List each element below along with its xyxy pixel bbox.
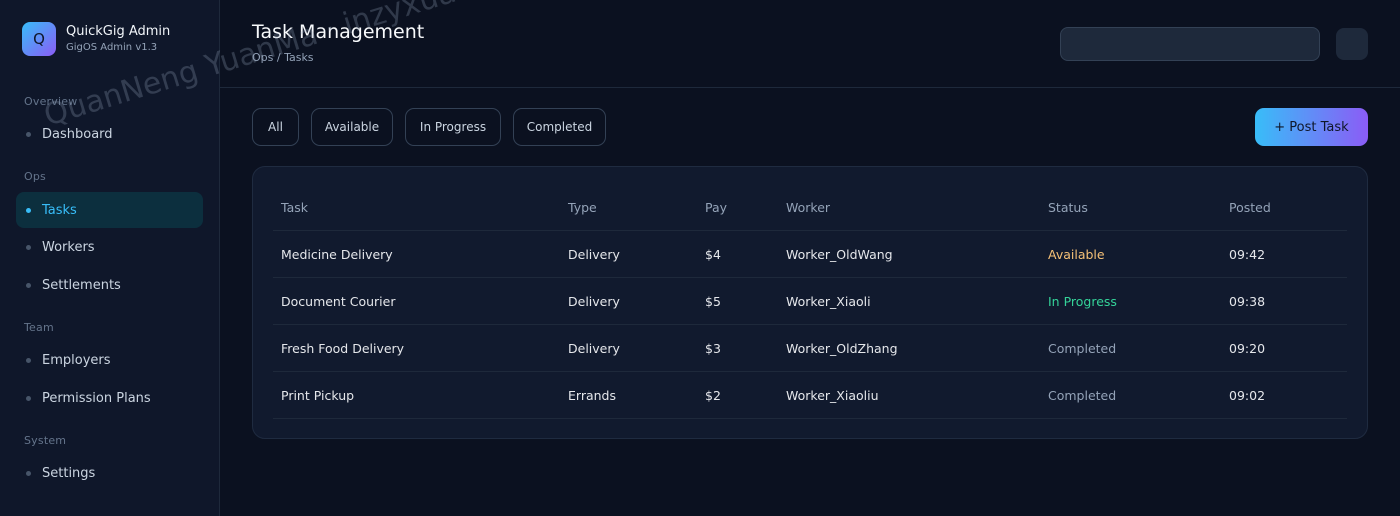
section-label-team: Team [24, 321, 54, 334]
type-cell: Delivery [568, 341, 620, 356]
sidebar-item-label: Permission Plans [42, 390, 151, 406]
bullet-icon [26, 131, 31, 137]
task-cell: Document Courier [281, 294, 396, 309]
worker-cell: Worker_Xiaoli [786, 294, 871, 309]
filter-completed-button[interactable]: Completed [513, 108, 606, 146]
column-header-type[interactable]: Type [568, 184, 597, 231]
column-header-status[interactable]: Status [1048, 184, 1088, 231]
brand-text: QuickGig Admin GigOS Admin v1.3 [66, 23, 170, 55]
status-badge: In Progress [1048, 294, 1117, 309]
brand-version: GigOS Admin v1.3 [66, 42, 158, 53]
bullet-icon [26, 207, 31, 213]
type-cell: Delivery [568, 294, 620, 309]
sidebar-item-label: Dashboard [42, 126, 113, 142]
section-label-system: System [24, 434, 67, 447]
bullet-icon [26, 357, 31, 363]
bullet-icon [26, 470, 31, 476]
task-cell: Fresh Food Delivery [281, 341, 405, 356]
posted-cell: 09:20 [1229, 341, 1266, 356]
section-label-overview: Overview [24, 95, 78, 108]
posted-cell: 09:02 [1229, 388, 1266, 403]
type-cell: Delivery [568, 247, 620, 262]
bullet-icon [26, 395, 31, 401]
column-header-task[interactable]: Task [281, 184, 308, 231]
sidebar-item-label: Settings [42, 465, 96, 481]
sidebar-item-label: Tasks [42, 202, 77, 218]
pay-cell: $4 [705, 247, 721, 262]
table-row[interactable]: Medicine Delivery Delivery $4 Worker_Old… [273, 231, 1347, 278]
worker-cell: Worker_Xiaoliu [786, 388, 879, 403]
column-header-pay[interactable]: Pay [705, 184, 727, 231]
sidebar-item-employers[interactable]: Employers [16, 342, 203, 378]
sidebar-item-tasks[interactable]: Tasks [16, 192, 203, 228]
brand[interactable]: Q QuickGig Admin GigOS Admin v1.3 [22, 22, 170, 56]
filter-available-button[interactable]: Available [311, 108, 393, 146]
worker-cell: Worker_OldZhang [786, 341, 898, 356]
sidebar-item-dashboard[interactable]: Dashboard [16, 116, 203, 152]
status-badge: Completed [1048, 388, 1117, 403]
sidebar-item-settlements[interactable]: Settlements [16, 267, 203, 303]
bullet-icon [26, 282, 31, 288]
table-row[interactable]: Fresh Food Delivery Delivery $3 Worker_O… [273, 325, 1347, 372]
status-badge: Available [1048, 247, 1105, 262]
pay-cell: $3 [705, 341, 721, 356]
table-row[interactable]: Document Courier Delivery $5 Worker_Xiao… [273, 278, 1347, 325]
page-title: Task Management [252, 21, 425, 43]
worker-cell: Worker_OldWang [786, 247, 893, 262]
status-badge: Completed [1048, 341, 1117, 356]
pay-cell: $5 [705, 294, 721, 309]
sidebar-item-label: Settlements [42, 277, 121, 293]
sidebar-item-settings[interactable]: Settings [16, 455, 203, 491]
table-row[interactable]: Print Pickup Errands $2 Worker_Xiaoliu C… [273, 372, 1347, 419]
app-root: Q QuickGig Admin GigOS Admin v1.3 Overvi… [0, 0, 1400, 516]
sidebar-item-label: Employers [42, 352, 111, 368]
brand-name: QuickGig Admin [66, 24, 171, 39]
search-input[interactable] [1060, 27, 1320, 61]
brand-logo: Q [22, 22, 56, 56]
posted-cell: 09:38 [1229, 294, 1266, 309]
post-task-button[interactable]: + Post Task [1255, 108, 1368, 146]
sidebar-item-label: Workers [42, 239, 95, 255]
bullet-icon [26, 244, 31, 250]
sidebar-item-workers[interactable]: Workers [16, 229, 203, 265]
header-action-button[interactable] [1336, 28, 1368, 60]
column-header-worker[interactable]: Worker [786, 184, 830, 231]
task-cell: Medicine Delivery [281, 247, 393, 262]
posted-cell: 09:42 [1229, 247, 1266, 262]
task-cell: Print Pickup [281, 388, 355, 403]
section-label-ops: Ops [24, 170, 46, 183]
type-cell: Errands [568, 388, 616, 403]
table-header-row: Task Type Pay Worker Status Posted [273, 184, 1347, 231]
filter-in-progress-button[interactable]: In Progress [405, 108, 501, 146]
page-header: Task Management Ops / Tasks [220, 0, 1400, 88]
pay-cell: $2 [705, 388, 721, 403]
tasks-table: Task Type Pay Worker Status Posted Medic… [252, 166, 1368, 439]
sidebar: Q QuickGig Admin GigOS Admin v1.3 Overvi… [0, 0, 220, 516]
breadcrumb[interactable]: Ops / Tasks [252, 51, 314, 64]
sidebar-item-permission-plans[interactable]: Permission Plans [16, 380, 203, 416]
column-header-posted[interactable]: Posted [1229, 184, 1271, 231]
filter-all-button[interactable]: All [252, 108, 299, 146]
